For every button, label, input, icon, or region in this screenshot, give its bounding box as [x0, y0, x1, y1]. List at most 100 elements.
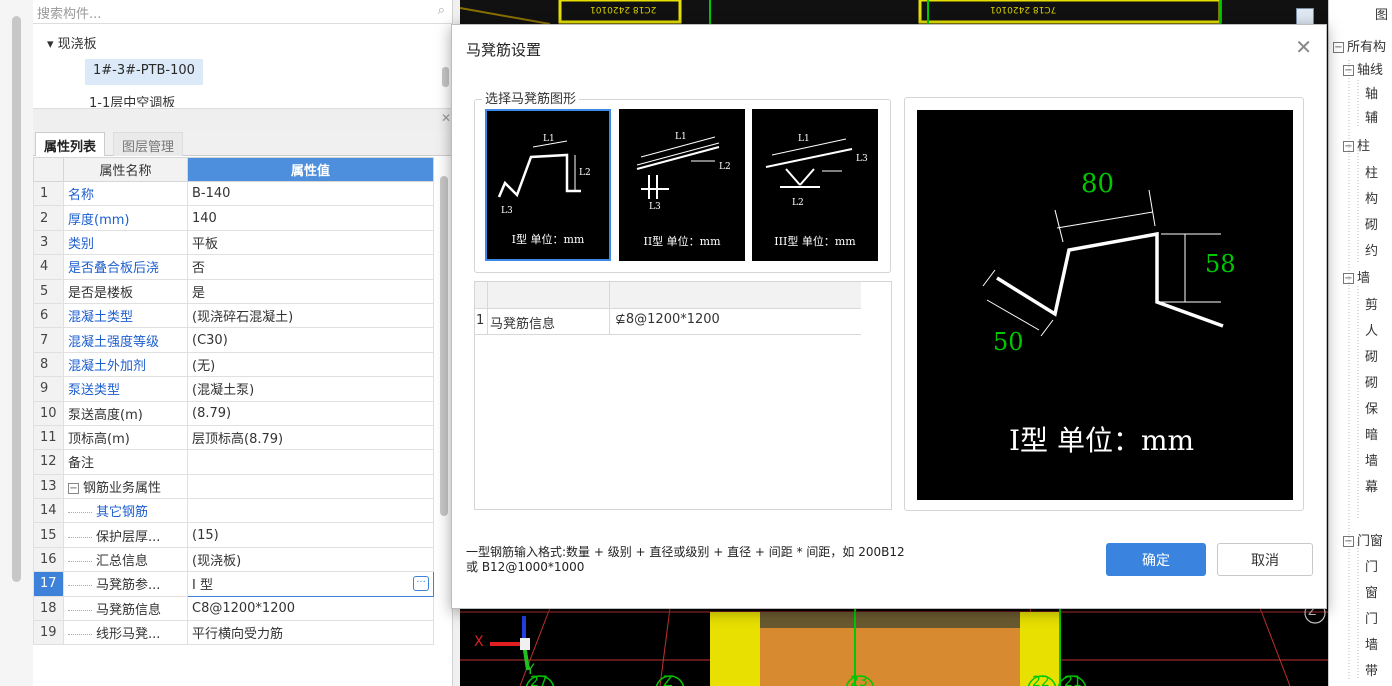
tree-scrollbar[interactable]: [442, 67, 449, 87]
property-value-cell[interactable]: I 型 ···: [187, 571, 434, 597]
tree-item[interactable]: 砌: [1365, 214, 1378, 233]
table-row[interactable]: 2 厚度(mm) 140: [33, 205, 434, 231]
tree-item[interactable]: 辅: [1365, 107, 1378, 126]
table-row[interactable]: 1 名称 B-140: [33, 180, 434, 207]
tree-item[interactable]: 门: [1365, 608, 1378, 627]
tree-item[interactable]: 砌: [1365, 346, 1378, 365]
tree-item[interactable]: 构: [1365, 188, 1378, 207]
table-row[interactable]: 4 是否叠合板后浇否: [33, 254, 434, 280]
collapse-icon[interactable]: −: [1343, 536, 1354, 547]
property-group[interactable]: − 钢筋业务属性: [63, 473, 188, 500]
label-l3: L3: [649, 202, 661, 212]
collapse-icon[interactable]: −: [1343, 273, 1354, 284]
table-row[interactable]: 1 马凳筋信息 ⊈8@1200*1200: [475, 309, 861, 335]
search-icon[interactable]: ⌕: [438, 3, 445, 18]
tree-item[interactable]: 约: [1365, 240, 1378, 259]
property-value[interactable]: 平行横向受力筋: [187, 620, 434, 646]
table-row-selected[interactable]: 17 马凳筋参... I 型 ···: [33, 571, 434, 597]
tree-item[interactable]: 1-1层中空调板: [89, 92, 175, 107]
info-value[interactable]: ⊈8@1200*1200: [615, 312, 720, 327]
table-row[interactable]: 6 混凝土类型 (现浇碎石混凝土): [33, 302, 434, 329]
tree-item[interactable]: 幕: [1365, 476, 1378, 495]
table-row[interactable]: 12 备注: [33, 449, 434, 475]
property-value[interactable]: (8.79): [187, 400, 434, 426]
collapse-icon[interactable]: −: [1333, 42, 1344, 53]
tree-group-slab[interactable]: ▾ 现浇板: [47, 33, 97, 52]
table-row[interactable]: 14 其它钢筋: [33, 498, 434, 524]
property-value[interactable]: (现浇碎石混凝土): [187, 302, 434, 329]
shape-option-type-2[interactable]: L1 L2 L3 II型 单位：mm: [619, 109, 745, 261]
tree-item[interactable]: − 门窗: [1343, 530, 1383, 549]
table-row[interactable]: 13− 钢筋业务属性: [33, 473, 434, 500]
property-value[interactable]: 140: [187, 205, 434, 231]
property-value[interactable]: (15): [187, 522, 434, 548]
table-row[interactable]: 10 泵送高度(m) (8.79): [33, 400, 434, 426]
table-row[interactable]: 9 泵送类型 (混凝土泵): [33, 376, 434, 402]
rebar-path: [785, 168, 801, 186]
property-value[interactable]: B-140: [187, 180, 434, 207]
tab-property-list[interactable]: 属性列表: [35, 132, 106, 156]
collapse-icon[interactable]: −: [1343, 141, 1354, 152]
axis-label: 27: [530, 674, 548, 686]
property-value[interactable]: 是: [187, 278, 434, 304]
property-value[interactable]: C8@1200*1200: [187, 595, 434, 622]
tree-item[interactable]: 门: [1365, 556, 1378, 575]
tree-item[interactable]: − 柱: [1343, 135, 1370, 154]
property-value[interactable]: [187, 449, 434, 475]
component-search[interactable]: 搜索构件... ⌕: [33, 0, 453, 24]
cancel-button[interactable]: 取消: [1217, 543, 1313, 576]
search-input[interactable]: 搜索构件...: [37, 3, 101, 22]
property-name: 钢筋业务属性: [83, 480, 162, 496]
property-value[interactable]: 层顶标高(8.79): [187, 424, 434, 451]
confirm-button[interactable]: 确定: [1106, 543, 1206, 576]
table-row[interactable]: 18 马凳筋信息 C8@1200*1200: [33, 595, 434, 622]
collapse-icon[interactable]: −: [68, 482, 79, 494]
shape-caption: I型 单位：mm: [511, 233, 585, 246]
table-row[interactable]: 7 混凝土强度等级 (C30): [33, 327, 434, 353]
tree-item[interactable]: 保: [1365, 398, 1378, 417]
rail-scrollbar[interactable]: [12, 16, 21, 582]
table-row[interactable]: 16 汇总信息 (现浇板): [33, 546, 434, 573]
property-value[interactable]: 否: [187, 254, 434, 280]
collapse-icon[interactable]: −: [1343, 65, 1354, 76]
tree-item[interactable]: − 轴线: [1343, 59, 1383, 78]
property-value[interactable]: (C30): [187, 327, 434, 353]
shape-option-type-3[interactable]: L1 L2 L3 III型 单位：mm: [752, 109, 878, 261]
tree-item[interactable]: 图: [1375, 4, 1388, 23]
close-icon[interactable]: ✕: [1295, 35, 1312, 59]
table-row[interactable]: 5 是否是楼板是: [33, 278, 434, 304]
tree-item-selected[interactable]: 1#-3#-PTB-100: [85, 59, 203, 85]
property-value[interactable]: (现浇板): [187, 546, 434, 573]
property-value[interactable]: [187, 498, 434, 524]
property-value[interactable]: (无): [187, 351, 434, 378]
property-scrollbar[interactable]: [440, 176, 448, 516]
tree-item[interactable]: 墙: [1365, 634, 1378, 653]
tree-item[interactable]: 带: [1365, 660, 1378, 679]
table-row[interactable]: 19 线形马凳... 平行横向受力筋: [33, 620, 434, 646]
table-row[interactable]: 3 类别 平板: [33, 229, 434, 256]
panel-splitter[interactable]: ✕: [33, 108, 453, 130]
tree-item[interactable]: 剪: [1365, 294, 1378, 313]
property-value[interactable]: (混凝土泵): [187, 376, 434, 402]
shape-option-type-1[interactable]: L1 L2 L3 I型 单位：mm: [485, 109, 611, 261]
tree-item[interactable]: − 墙: [1343, 267, 1370, 286]
tree-item[interactable]: 砌: [1365, 372, 1378, 391]
tree-item[interactable]: 轴: [1365, 83, 1378, 102]
more-options-button[interactable]: ···: [413, 576, 429, 592]
tab-layer-manager[interactable]: 图层管理: [113, 132, 184, 156]
tree-item[interactable]: 柱: [1365, 162, 1378, 181]
table-row[interactable]: 15 保护层厚... (15): [33, 522, 434, 548]
property-value[interactable]: 平板: [187, 229, 434, 256]
table-row[interactable]: 8 混凝土外加剂 (无): [33, 351, 434, 378]
tree-item[interactable]: 暗: [1365, 424, 1378, 443]
table-row[interactable]: 11 顶标高(m) 层顶标高(8.79): [33, 424, 434, 451]
row-index: 19: [33, 620, 64, 646]
tree-item[interactable]: − 所有构: [1333, 36, 1386, 55]
extension-line: [982, 269, 996, 287]
tree-item[interactable]: 人: [1365, 320, 1378, 339]
property-value[interactable]: I 型: [192, 578, 213, 593]
tree-item[interactable]: 墙: [1365, 450, 1378, 469]
tree-item[interactable]: 窗: [1365, 582, 1378, 601]
close-icon[interactable]: ✕: [441, 111, 451, 125]
row-index: 12: [33, 449, 64, 475]
